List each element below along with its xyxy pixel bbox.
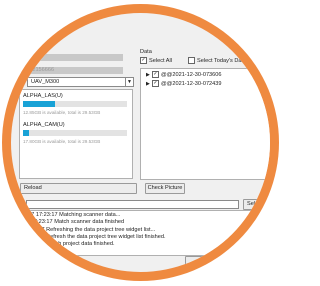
storage-list: ALPHA_LAS(U) 12.85GB is available, total… [19,89,133,179]
copy-button[interactable]: Copy [185,256,231,267]
device-select[interactable]: UAV_M300 ▼ [27,77,134,87]
log-line: 07 17:23:17 Refresh the data project tre… [15,233,166,240]
select-all-label: Select All [149,58,173,64]
tree-item[interactable]: ▶ ✓ @@2021-12-30-073606 [146,71,222,80]
chevron-down-icon[interactable]: ▼ [125,78,133,86]
storage-progress-fill [23,101,56,107]
storage-free-text: 17.80GB is available, total is 29.53GB [23,139,101,144]
log-line: 07 17:23:17 Match project data finished. [15,241,115,248]
tree-item[interactable]: ▶ ✓ @@2021-12-30-072439 [146,80,222,89]
select-today-checkbox[interactable]: Select Today's Data [188,57,246,66]
tree-item-label: @@2021-12-30-073606 [161,72,222,78]
log-line: 2-03-07 17:23:17 Matching scanner data..… [15,212,121,218]
checkbox-unchecked-icon[interactable] [188,57,195,65]
checkbox-checked-icon[interactable]: ✓ [152,71,159,79]
log-lines: 2-03-07 17:23:17 Matching scanner data..… [15,212,166,248]
log-output: 2-03-07 17:23:17 Matching scanner data..… [12,210,270,256]
tree-item-label: @@2021-12-30-072439 [161,81,222,87]
device-select-value: UAV_M300 [31,79,60,85]
checkbox-checked-icon[interactable]: ✓ [140,57,147,65]
log-line: 07 17:23:17 Refreshing the data project … [15,226,156,233]
reload-button[interactable]: Reload [20,183,137,194]
storage-item-name: ALPHA_LAS(U) [23,93,63,99]
storage-progress-bar [23,130,127,136]
storage-item-name: ALPHA_CAM(U) [23,122,65,128]
serial-field: 6162156666 [20,67,123,74]
select-all-checkbox[interactable]: ✓ Select All [140,57,172,66]
device-id-field: 0408 [20,54,123,61]
output-path-input[interactable] [26,200,239,209]
app-window: 0408 6162156666 ice: UAV_M300 ▼ ALPHA_LA… [11,13,270,272]
check-picture-button[interactable]: Check Picture [145,183,185,194]
output-label: tput: [12,201,23,207]
storage-progress-bar [23,101,127,107]
checkbox-checked-icon[interactable]: ✓ [152,80,159,88]
storage-item-las[interactable]: ALPHA_LAS(U) 12.85GB is available, total… [23,93,127,115]
log-line: 03-07 17:23:17 Match scanner data finish… [15,219,125,226]
select-today-label: Select Today's Data [197,58,247,64]
select-button[interactable]: Select [243,199,270,210]
magnified-view: 0408 6162156666 ice: UAV_M300 ▼ ALPHA_LA… [11,13,270,272]
storage-free-text: 12.85GB is available, total is 29.53GB [23,110,101,115]
device-label: ice: [15,79,24,85]
data-group-title: Data [140,49,152,55]
data-tree: ▶ ✓ @@2021-12-30-073606 ▶ ✓ @@2021-12-30-072… [140,68,270,180]
storage-progress-fill [23,130,30,136]
storage-item-cam[interactable]: ALPHA_CAM(U) 17.80GB is available, total… [23,122,127,144]
